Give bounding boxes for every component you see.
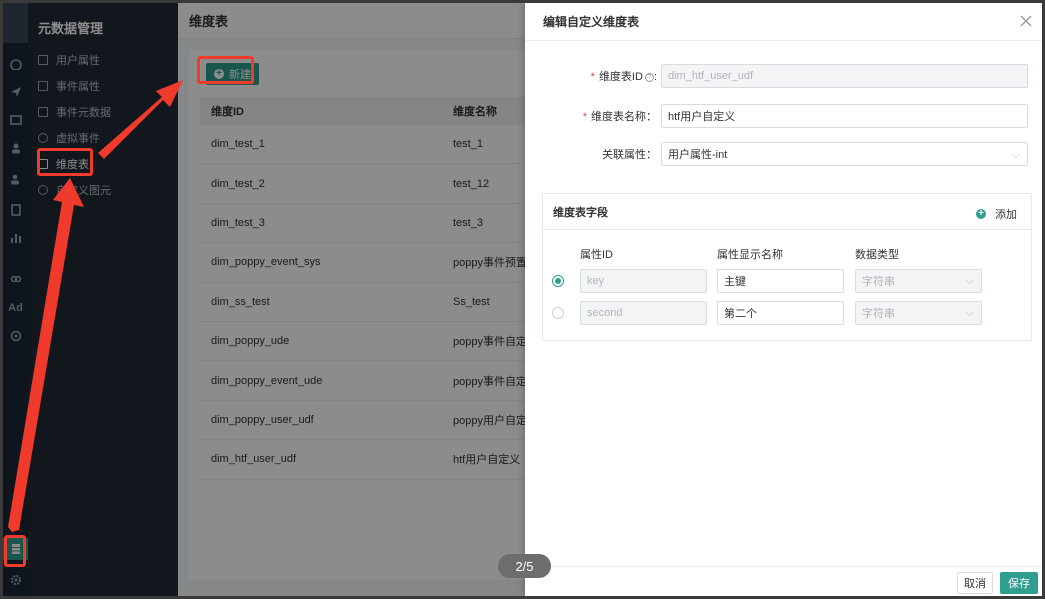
- attribute-select-value: 用户属性-int: [668, 149, 728, 161]
- field-type-select[interactable]: 字符串 ⌵: [855, 269, 982, 293]
- add-field-label: 添加: [995, 209, 1017, 221]
- fields-title: 维度表字段: [553, 206, 608, 219]
- chevron-down-icon: ⌵: [965, 307, 974, 319]
- cancel-button[interactable]: 取消: [957, 572, 993, 594]
- form-row-id: * 维度表ID?: dim_htf_user_udf: [525, 64, 1042, 88]
- name-label: * 维度表名称：: [582, 111, 657, 123]
- help-icon[interactable]: ?: [644, 72, 654, 82]
- slide-pager: 2/5: [498, 554, 551, 578]
- form-row-name: * 维度表名称： htf用户自定义: [525, 104, 1042, 128]
- field-radio-selected[interactable]: [552, 275, 564, 287]
- field-id-input[interactable]: key: [580, 269, 707, 293]
- field-column-id: 属性ID: [580, 249, 613, 261]
- field-column-type: 数据类型: [855, 249, 899, 261]
- app-window: Ad 元数据管理 用户属性 事件属性 事件元数据 虚拟事件 维度表 自定义图元 …: [3, 3, 1042, 596]
- field-type-select[interactable]: 字符串 ⌵: [855, 301, 982, 325]
- save-button[interactable]: 保存: [1000, 572, 1038, 594]
- name-input[interactable]: htf用户自定义: [661, 104, 1028, 128]
- chevron-down-icon: ⌵: [965, 275, 974, 287]
- field-display-input[interactable]: 主键: [717, 269, 844, 293]
- field-radio[interactable]: [552, 307, 564, 319]
- field-column-display: 属性显示名称: [717, 249, 783, 261]
- modal-mask[interactable]: [3, 3, 525, 596]
- field-id-input[interactable]: second: [580, 301, 707, 325]
- highlight-new-button: [197, 56, 254, 84]
- drawer-footer: 取消 保存: [525, 566, 1042, 596]
- id-input[interactable]: dim_htf_user_udf: [661, 64, 1028, 88]
- add-field-button[interactable]: + 添加: [976, 206, 1017, 222]
- attribute-label: 关联属性：: [602, 149, 657, 161]
- highlight-metadata-icon: [4, 535, 26, 567]
- highlight-dimension-menu: [37, 148, 93, 176]
- field-display-input[interactable]: 第二个: [717, 301, 844, 325]
- close-icon[interactable]: [1020, 15, 1032, 27]
- drawer-title: 编辑自定义维度表: [543, 15, 640, 29]
- form-row-attribute: 关联属性： 用户属性-int ⌵: [525, 142, 1042, 166]
- id-label: * 维度表ID?:: [590, 71, 657, 83]
- fields-card: 维度表字段 + 添加 属性ID 属性显示名称 数据类型 key 主键 字符串 ⌵…: [542, 193, 1032, 341]
- plus-icon: +: [976, 209, 986, 219]
- field-type-value: 字符串: [862, 308, 895, 320]
- attribute-select[interactable]: 用户属性-int ⌵: [661, 142, 1028, 166]
- field-type-value: 字符串: [862, 276, 895, 288]
- chevron-down-icon: ⌵: [1011, 149, 1020, 161]
- edit-drawer: 编辑自定义维度表 * 维度表ID?: dim_htf_user_udf * 维度表名…: [525, 3, 1042, 596]
